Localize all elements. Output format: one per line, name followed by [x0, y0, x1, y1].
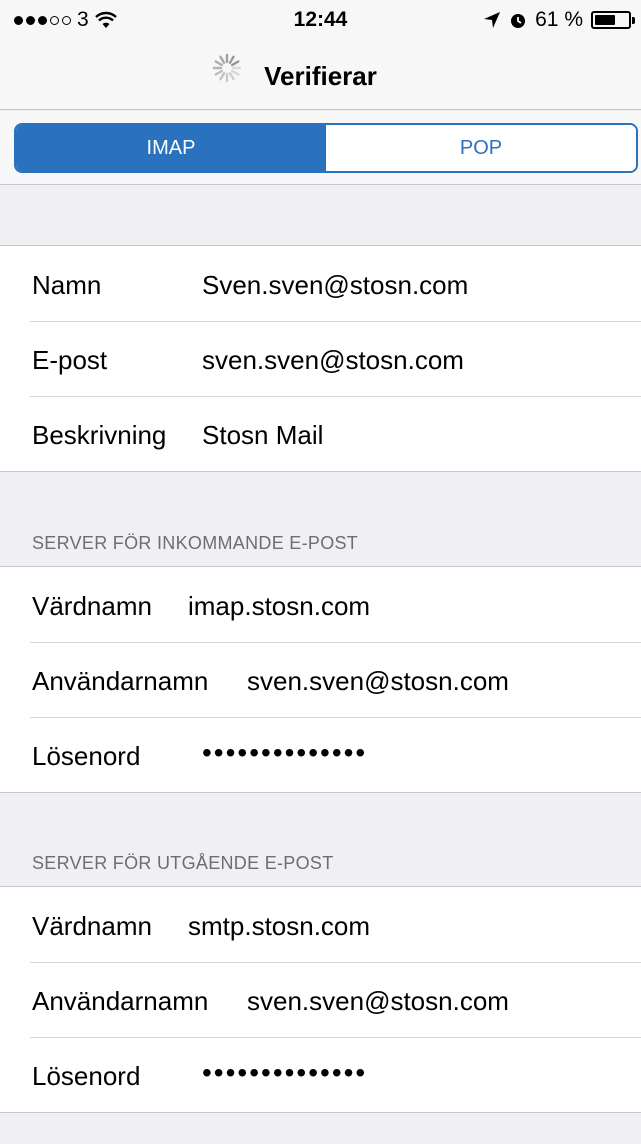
spinner-spoke	[228, 55, 235, 65]
incoming-hostname-label: Värdnamn	[32, 591, 152, 621]
incoming-server-group: Värdnamn imap.stosn.com Användarnamn sve…	[0, 566, 641, 793]
name-field[interactable]: Sven.sven@stosn.com	[202, 270, 468, 300]
location-arrow-icon	[484, 12, 501, 28]
spinner-spoke	[228, 71, 235, 81]
battery-percentage: 61 %	[535, 8, 583, 31]
outgoing-hostname-label: Värdnamn	[32, 911, 152, 941]
activity-spinner-icon	[212, 53, 242, 83]
incoming-password-row[interactable]: Lösenord ••••••••••••••	[0, 717, 641, 792]
email-field[interactable]: sven.sven@stosn.com	[202, 345, 464, 375]
protocol-segmented-control: IMAP POP	[14, 123, 638, 173]
outgoing-password-row[interactable]: Lösenord ••••••••••••••	[0, 1037, 641, 1112]
incoming-server-header: SERVER FÖR INKOMMANDE E-POST	[32, 533, 359, 553]
description-row[interactable]: Beskrivning Stosn Mail	[0, 396, 641, 471]
outgoing-hostname-row[interactable]: Värdnamn smtp.stosn.com	[0, 887, 641, 962]
description-label: Beskrivning	[32, 420, 167, 450]
status-bar: 3 12:44 61 %	[0, 0, 641, 40]
outgoing-server-header: SERVER FÖR UTGÅENDE E-POST	[32, 853, 334, 873]
incoming-password-field[interactable]: ••••••••••••••	[202, 738, 367, 768]
spinner-spoke	[214, 60, 224, 67]
incoming-hostname-field[interactable]: imap.stosn.com	[188, 591, 370, 621]
email-label: E-post	[32, 345, 108, 375]
segment-imap[interactable]: IMAP	[16, 125, 326, 171]
status-right: 61 %	[483, 8, 635, 32]
nav-title: Verifierar	[0, 60, 641, 92]
email-row[interactable]: E-post sven.sven@stosn.com	[0, 321, 641, 396]
spinner-spoke	[219, 55, 226, 65]
outgoing-hostname-field[interactable]: smtp.stosn.com	[188, 911, 370, 941]
outgoing-username-label: Användarnamn	[32, 986, 209, 1016]
incoming-username-label: Användarnamn	[32, 666, 209, 696]
incoming-username-row[interactable]: Användarnamn sven.sven@stosn.com	[0, 642, 641, 717]
battery-icon	[591, 11, 635, 29]
protocol-selector-bar: IMAP POP	[0, 111, 641, 185]
navigation-bar: Verifierar	[0, 40, 641, 110]
page-title: Verifierar	[264, 61, 377, 91]
incoming-password-label: Lösenord	[32, 741, 141, 771]
spinner-spoke	[230, 60, 240, 67]
outgoing-password-label: Lösenord	[32, 1061, 141, 1091]
segment-pop[interactable]: POP	[326, 125, 636, 171]
name-row[interactable]: Namn Sven.sven@stosn.com	[0, 246, 641, 321]
spinner-spoke	[214, 69, 224, 76]
incoming-hostname-row[interactable]: Värdnamn imap.stosn.com	[0, 567, 641, 642]
name-label: Namn	[32, 270, 102, 300]
description-field[interactable]: Stosn Mail	[202, 420, 323, 450]
account-info-group: Namn Sven.sven@stosn.com E-post sven.sve…	[0, 245, 641, 472]
outgoing-username-field[interactable]: sven.sven@stosn.com	[247, 986, 509, 1016]
outgoing-password-field[interactable]: ••••••••••••••	[202, 1058, 367, 1088]
spinner-spoke	[230, 69, 240, 76]
outgoing-username-row[interactable]: Användarnamn sven.sven@stosn.com	[0, 962, 641, 1037]
alarm-clock-icon	[511, 14, 526, 28]
spinner-spoke	[219, 71, 226, 81]
outgoing-server-group: Värdnamn smtp.stosn.com Användarnamn sve…	[0, 886, 641, 1113]
incoming-username-field[interactable]: sven.sven@stosn.com	[247, 666, 509, 696]
